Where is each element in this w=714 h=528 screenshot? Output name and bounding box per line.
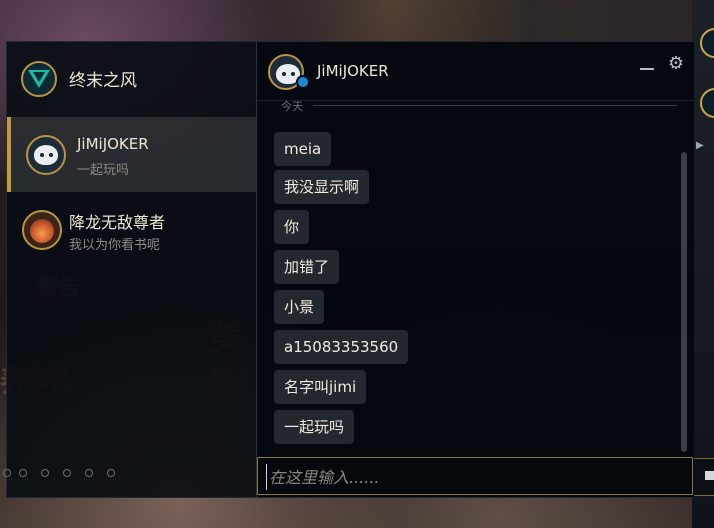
minimize-icon	[640, 68, 654, 70]
message-bubble: 我没显示啊	[274, 170, 370, 204]
contact-item-jimijoker[interactable]: JiMiJOKER 一起玩吗	[7, 117, 256, 192]
pagination-dot[interactable]	[107, 469, 115, 477]
message-scrollbar[interactable]	[681, 152, 687, 452]
group-logo-icon	[21, 61, 57, 97]
date-label: 今天	[281, 100, 303, 113]
chat-title: JiMiJOKER	[317, 62, 389, 80]
message-input[interactable]	[266, 464, 681, 490]
chevron-right-icon[interactable]: ▶	[696, 140, 704, 151]
contact-preview: 一起玩吗	[77, 163, 130, 178]
avatar	[22, 210, 62, 250]
contact-name: 降龙无敌尊者	[69, 213, 166, 232]
sidebar-title: 终末之风	[69, 71, 137, 91]
message-bubble: meia	[274, 132, 332, 166]
contact-name: JiMiJOKER	[77, 135, 149, 153]
adjacent-logo-icon-2	[700, 88, 714, 118]
contact-item-xianglong[interactable]: 降龙无敌尊者 我以为你看书呢	[7, 192, 256, 267]
pagination-dot[interactable]	[63, 469, 71, 477]
message-bubble: a15083353560	[274, 330, 409, 364]
message-bubble: 你	[274, 210, 310, 244]
message-bubble: 加错了	[274, 250, 340, 284]
square-icon	[705, 471, 714, 480]
message-bubble: 一起玩吗	[274, 410, 355, 444]
conversation-sidebar: 终末之风 JiMiJOKER 一起玩吗 降龙无敌尊者 我以为你看书呢	[3, 42, 256, 497]
settings-button[interactable]: ⚙	[666, 54, 686, 74]
avatar	[26, 135, 66, 175]
divider-line	[313, 105, 677, 106]
chat-header: JiMiJOKER ⚙	[257, 42, 694, 101]
pagination-dots	[3, 469, 256, 481]
adjacent-panel-strip: ▶	[692, 0, 714, 528]
message-bubble: 小景	[274, 290, 325, 324]
date-divider: 今天	[265, 100, 677, 114]
message-bubble: 名字叫jimi	[274, 370, 367, 404]
pagination-dot[interactable]	[41, 469, 49, 477]
message-input-box	[257, 457, 693, 495]
pagination-dot[interactable]	[3, 469, 11, 477]
contact-preview: 我以为你看书呢	[69, 238, 161, 253]
sidebar-header: 终末之风	[7, 42, 256, 114]
minimize-button[interactable]	[638, 62, 656, 76]
pagination-dot[interactable]	[85, 469, 93, 477]
pagination-dot[interactable]	[19, 469, 27, 477]
adjacent-button[interactable]	[692, 458, 714, 496]
online-status-icon	[296, 75, 310, 89]
gear-icon: ⚙	[667, 53, 685, 74]
chat-window: 终末之风 JiMiJOKER 一起玩吗 降龙无敌尊者 我以为你看书呢 JiMiJ…	[3, 41, 694, 498]
chat-panel: JiMiJOKER ⚙ 今天 meia 我没显示啊 你 加错了 小景 a1508…	[256, 42, 694, 497]
adjacent-logo-icon	[700, 28, 714, 58]
